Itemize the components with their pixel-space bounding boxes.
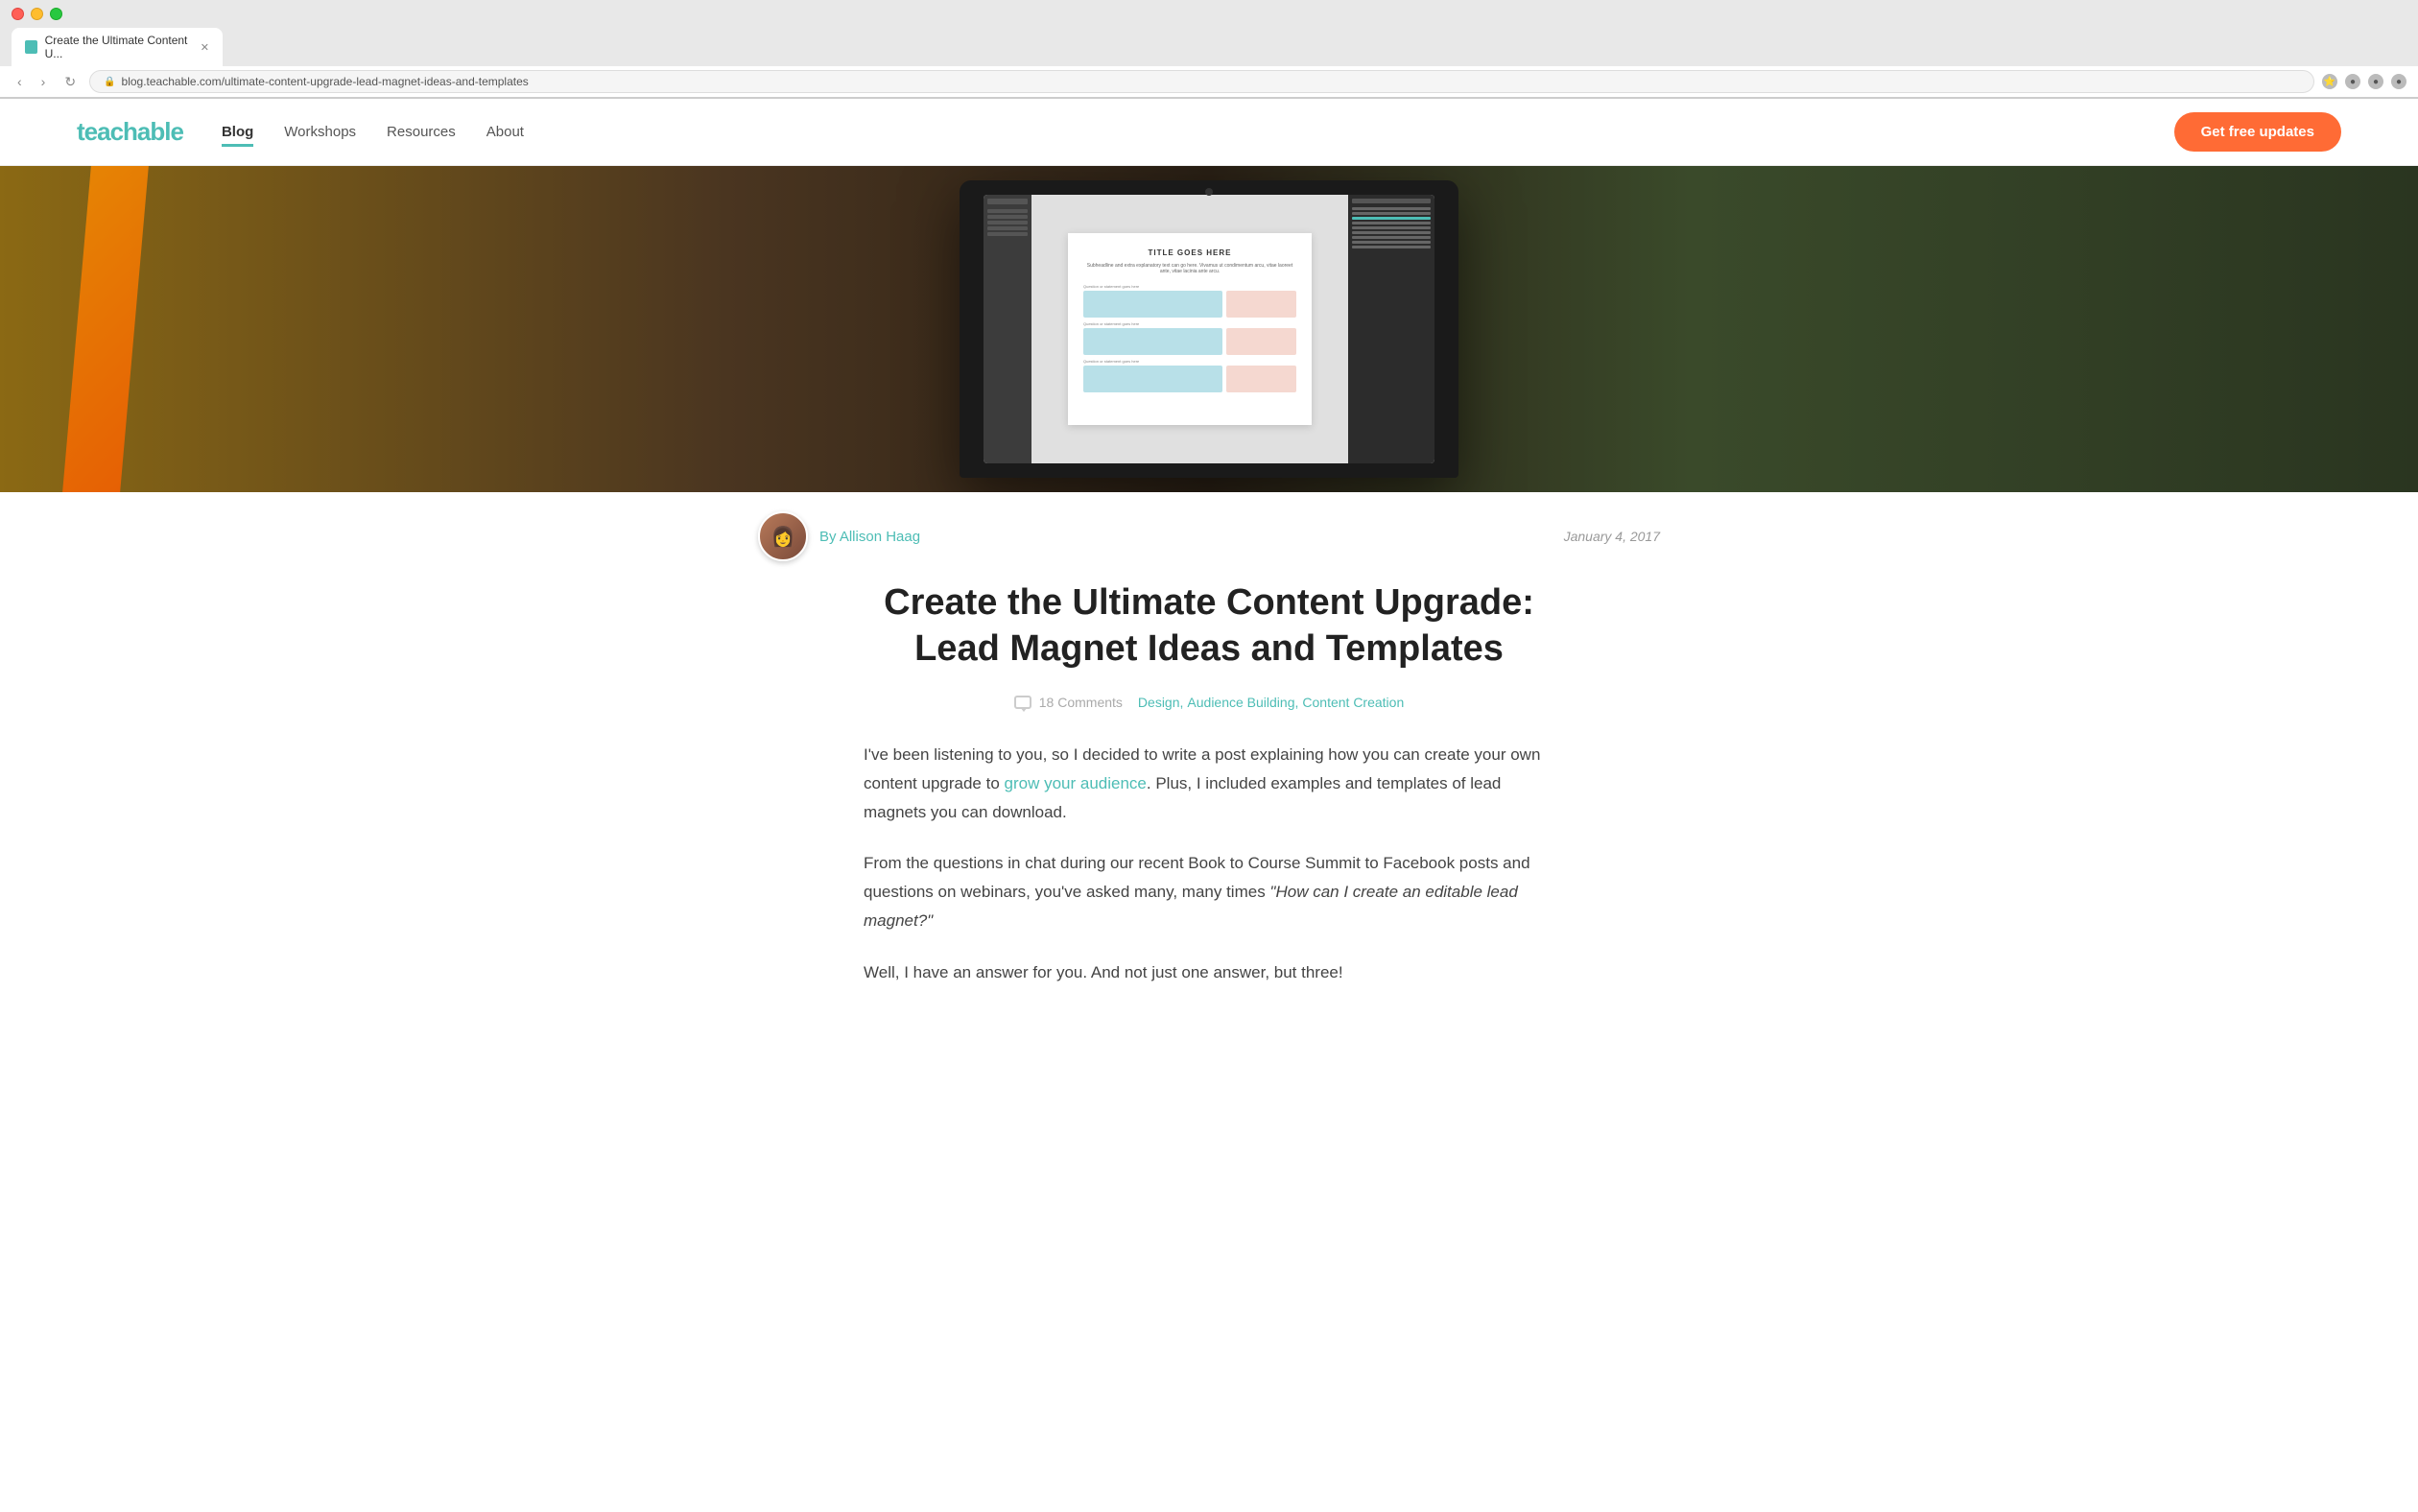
doc-cell-pink-2 [1226, 328, 1296, 355]
laptop-doc-title: TITLE GOES HERE [1083, 248, 1296, 257]
nav-left: teachable Blog Workshops Resources About [77, 117, 524, 147]
doc-label-1: Question or statement goes here [1083, 284, 1296, 289]
tab-bar: Create the Ultimate Content U... ✕ [12, 28, 2406, 66]
screen-layers-panel [1348, 195, 1434, 463]
doc-label-3: Question or statement goes here [1083, 359, 1296, 364]
article-paragraph-3: Well, I have an answer for you. And not … [864, 958, 1554, 987]
comments-count[interactable]: 18 Comments [1039, 695, 1123, 710]
bookmark-icon[interactable]: ⭐ [2322, 74, 2337, 89]
article-body: I've been listening to you, so I decided… [864, 741, 1554, 986]
article-date: January 4, 2017 [1564, 529, 1660, 544]
nav-link-workshops[interactable]: Workshops [284, 124, 356, 140]
traffic-lights [12, 8, 2406, 20]
author-block: 👩 By Allison Haag [758, 511, 920, 561]
doc-cell-blue-3 [1083, 366, 1222, 392]
lock-icon: 🔒 [104, 77, 115, 87]
article-tags: Design Audience Building Content Creatio… [1138, 695, 1404, 710]
avatar-emoji: 👩 [771, 525, 795, 549]
tag-audience-building[interactable]: Audience Building [1187, 695, 1298, 710]
article-content: Create the Ultimate Content Upgrade: Lea… [844, 580, 1574, 1067]
nav-link-blog[interactable]: Blog [222, 124, 253, 147]
article-meta: 👩 By Allison Haag January 4, 2017 [681, 492, 1737, 580]
minimize-button[interactable] [31, 8, 43, 20]
site-navigation: teachable Blog Workshops Resources About… [0, 99, 2418, 166]
screen-tools-panel [984, 195, 1031, 463]
article-paragraph-1: I've been listening to you, so I decided… [864, 741, 1554, 826]
tag-content-creation[interactable]: Content Creation [1302, 695, 1404, 710]
doc-label-2: Question or statement goes here [1083, 321, 1296, 326]
maximize-button[interactable] [50, 8, 62, 20]
comments-block: 18 Comments [1014, 695, 1123, 710]
author-avatar: 👩 [758, 511, 808, 561]
comment-icon [1014, 696, 1031, 709]
get-free-updates-button[interactable]: Get free updates [2174, 112, 2341, 152]
toolbar-icons: ⭐ ● ● ● [2322, 74, 2406, 89]
hero-image: TITLE GOES HERE Subheadline and extra ex… [0, 166, 2418, 492]
doc-cell-pink-1 [1226, 291, 1296, 318]
laptop-screen: TITLE GOES HERE Subheadline and extra ex… [984, 195, 1434, 463]
nav-link-about[interactable]: About [486, 124, 524, 140]
close-button[interactable] [12, 8, 24, 20]
back-button[interactable]: ‹ [12, 72, 28, 91]
site-logo[interactable]: teachable [77, 117, 183, 147]
doc-row-3 [1083, 366, 1296, 392]
doc-cell-pink-3 [1226, 366, 1296, 392]
forward-button[interactable]: › [36, 72, 52, 91]
doc-cell-blue-1 [1083, 291, 1222, 318]
hero-ribbon-decoration [62, 166, 149, 492]
doc-row-2 [1083, 328, 1296, 355]
extension-icon-2[interactable]: ● [2368, 74, 2383, 89]
article-paragraph-2: From the questions in chat during our re… [864, 849, 1554, 934]
extension-icon-3[interactable]: ● [2391, 74, 2406, 89]
url-bar[interactable]: 🔒 blog.teachable.com/ultimate-content-up… [89, 70, 2314, 93]
url-text: blog.teachable.com/ultimate-content-upgr… [122, 75, 529, 88]
nav-item-workshops[interactable]: Workshops [284, 124, 356, 141]
extension-icon-1[interactable]: ● [2345, 74, 2360, 89]
grow-audience-link[interactable]: grow your audience [1005, 774, 1147, 792]
tab-title: Create the Ultimate Content U... [45, 34, 193, 60]
tag-design[interactable]: Design [1138, 695, 1183, 710]
laptop-doc-subtitle: Subheadline and extra explanatory text c… [1083, 263, 1296, 274]
doc-cell-blue-2 [1083, 328, 1222, 355]
screen-canvas-area: TITLE GOES HERE Subheadline and extra ex… [1031, 195, 1348, 463]
article-comments-tags: 18 Comments Design Audience Building Con… [864, 695, 1554, 710]
doc-row-1 [1083, 291, 1296, 318]
nav-item-resources[interactable]: Resources [387, 124, 456, 141]
address-bar: ‹ › ↻ 🔒 blog.teachable.com/ultimate-cont… [0, 66, 2418, 98]
browser-chrome: Create the Ultimate Content U... ✕ ‹ › ↻… [0, 0, 2418, 99]
browser-tab[interactable]: Create the Ultimate Content U... ✕ [12, 28, 223, 66]
tab-favicon [25, 40, 37, 54]
nav-item-blog[interactable]: Blog [222, 124, 253, 141]
nav-link-resources[interactable]: Resources [387, 124, 456, 140]
tab-close-button[interactable]: ✕ [201, 41, 209, 54]
author-name[interactable]: By Allison Haag [819, 529, 920, 545]
nav-links: Blog Workshops Resources About [222, 124, 524, 141]
nav-item-about[interactable]: About [486, 124, 524, 141]
laptop-document: TITLE GOES HERE Subheadline and extra ex… [1068, 233, 1312, 425]
article-title: Create the Ultimate Content Upgrade: Lea… [864, 580, 1554, 672]
hero-laptop-image: TITLE GOES HERE Subheadline and extra ex… [960, 180, 1458, 478]
reload-button[interactable]: ↻ [59, 72, 82, 92]
